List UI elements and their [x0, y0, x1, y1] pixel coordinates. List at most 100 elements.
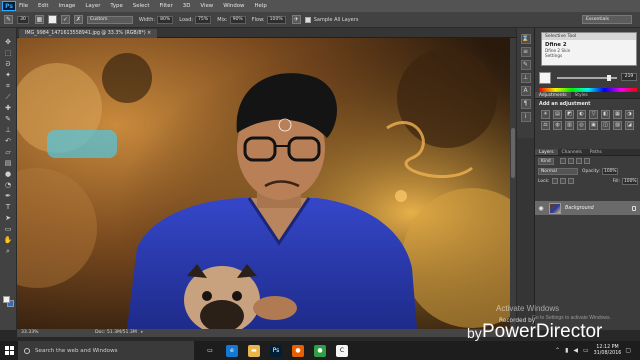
- filter-pixel-icon[interactable]: [559, 158, 566, 164]
- menu-3d[interactable]: 3D: [183, 3, 191, 9]
- photoshop-taskbar-icon[interactable]: Ps: [270, 344, 282, 357]
- filter-adjustment-icon[interactable]: [567, 158, 574, 164]
- gradient-tool-icon[interactable]: ▤: [4, 159, 13, 168]
- status-menu-arrow-icon[interactable]: ▸: [141, 329, 143, 337]
- image-canvas[interactable]: [17, 38, 510, 329]
- edge-taskbar-icon[interactable]: e: [226, 344, 238, 357]
- move-tool-icon[interactable]: ✥: [4, 38, 13, 47]
- taskbar-clock[interactable]: 12:12 PM 31/08/2016: [594, 345, 622, 357]
- adjustment-11-icon[interactable]: ▥: [565, 121, 574, 130]
- clean-brush-icon[interactable]: ✗: [73, 15, 83, 24]
- menu-view[interactable]: View: [200, 3, 213, 9]
- adjustment-15-icon[interactable]: ▨: [613, 121, 622, 130]
- color-slider-knob[interactable]: [606, 75, 611, 81]
- adjustment-3-icon[interactable]: ◩: [565, 110, 574, 119]
- tray-up-arrow-icon[interactable]: ⌃: [555, 347, 560, 354]
- load-brush-icon[interactable]: ✓: [60, 15, 70, 24]
- menu-layer[interactable]: Layer: [85, 3, 100, 9]
- pen-tool-icon[interactable]: ✒: [4, 192, 13, 201]
- opacity-field[interactable]: 100%: [602, 167, 619, 175]
- adjustment-2-icon[interactable]: ▤: [553, 110, 562, 119]
- adjustment-8-icon[interactable]: ◑: [625, 110, 634, 119]
- brush-preset-icon[interactable]: ✎: [4, 15, 13, 24]
- task-view-taskbar-icon[interactable]: ▭: [204, 344, 216, 357]
- menu-help[interactable]: Help: [254, 3, 266, 9]
- lock-all-icon[interactable]: [567, 178, 574, 184]
- firefox-taskbar-icon[interactable]: ●: [292, 344, 304, 357]
- menu-select[interactable]: Select: [133, 3, 150, 9]
- zoom-level[interactable]: 33.33%: [21, 329, 39, 337]
- lock-position-icon[interactable]: [559, 178, 566, 184]
- notifications-icon[interactable]: ▢: [625, 347, 631, 354]
- menu-filter[interactable]: Filter: [159, 3, 172, 9]
- layer-kind-dropdown[interactable]: Kind: [538, 157, 554, 165]
- color-value-field[interactable]: 219: [621, 73, 637, 81]
- volume-icon[interactable]: ◀: [573, 347, 578, 354]
- tab-adjustments[interactable]: Adjustments: [535, 92, 571, 98]
- paragraph-panel-icon[interactable]: ¶: [520, 99, 531, 109]
- path-select-tool-icon[interactable]: ➤: [4, 214, 13, 223]
- color-swatch[interactable]: [539, 72, 551, 84]
- clone-source-panel-icon[interactable]: ⊥: [520, 73, 531, 83]
- scrollbar-thumb[interactable]: [511, 128, 515, 178]
- adjustment-7-icon[interactable]: ▦: [613, 110, 622, 119]
- current-color-swatch-icon[interactable]: [47, 15, 57, 24]
- eraser-tool-icon[interactable]: ▱: [4, 148, 13, 157]
- character-panel-icon[interactable]: A: [520, 86, 531, 96]
- shape-tool-icon[interactable]: ▭: [4, 225, 13, 234]
- tab-layers[interactable]: Layers: [535, 149, 558, 155]
- blur-tool-icon[interactable]: ●: [4, 170, 13, 179]
- dodge-tool-icon[interactable]: ◔: [4, 181, 13, 190]
- quick-select-tool-icon[interactable]: ✦: [4, 71, 13, 80]
- marquee-tool-icon[interactable]: ⬚: [4, 49, 13, 58]
- adjustment-4-icon[interactable]: ◐: [577, 110, 586, 119]
- visibility-eye-icon[interactable]: ◉: [537, 205, 545, 212]
- file-explorer-taskbar-icon[interactable]: ▬: [248, 344, 260, 357]
- menu-image[interactable]: Image: [58, 3, 75, 9]
- powerdirector-taskbar-icon[interactable]: C: [336, 344, 348, 357]
- healing-tool-icon[interactable]: ✚: [4, 104, 13, 113]
- tab-channels[interactable]: Channels: [558, 149, 586, 155]
- sample-all-layers-checkbox[interactable]: [304, 16, 311, 23]
- adjustment-10-icon[interactable]: ◍: [553, 121, 562, 130]
- lock-pixels-icon[interactable]: [551, 178, 558, 184]
- fill-field[interactable]: 100%: [622, 177, 638, 185]
- lasso-tool-icon[interactable]: ᘐ: [4, 60, 13, 69]
- menu-file[interactable]: File: [19, 3, 28, 9]
- menu-window[interactable]: Window: [223, 3, 244, 9]
- history-brush-tool-icon[interactable]: ↶: [4, 137, 13, 146]
- zoom-tool-icon[interactable]: ⌕: [4, 247, 13, 256]
- brush-panel-icon[interactable]: ▦: [34, 15, 44, 24]
- layer-name[interactable]: Background: [565, 206, 594, 211]
- filter-type-icon[interactable]: [575, 158, 582, 164]
- adjustment-13-icon[interactable]: ▣: [589, 121, 598, 130]
- crop-tool-icon[interactable]: ⌗: [4, 82, 13, 91]
- adjustment-9-icon[interactable]: ⚖: [541, 121, 550, 130]
- adjustment-6-icon[interactable]: ◧: [601, 110, 610, 119]
- brush-tool-icon[interactable]: ✎: [4, 115, 13, 124]
- eyedropper-tool-icon[interactable]: ⟋: [4, 93, 13, 102]
- workspace-dropdown[interactable]: Essentials: [582, 15, 632, 24]
- width-field[interactable]: 80%: [157, 15, 174, 24]
- type-tool-icon[interactable]: T: [4, 203, 13, 212]
- hand-tool-icon[interactable]: ✋: [4, 236, 13, 245]
- brush-panel-icon[interactable]: ✎: [520, 60, 531, 70]
- properties-panel-icon[interactable]: ≡: [520, 47, 531, 57]
- filter-shape-icon[interactable]: [583, 158, 590, 164]
- adjustment-1-icon[interactable]: ☀: [541, 110, 550, 119]
- menu-type[interactable]: Type: [110, 3, 122, 9]
- history-panel-icon[interactable]: ⌛: [520, 34, 531, 44]
- clone-stamp-tool-icon[interactable]: ⊥: [4, 126, 13, 135]
- blend-mode-dropdown[interactable]: Normal: [538, 167, 578, 175]
- selective-tool-settings[interactable]: Settings: [542, 53, 636, 58]
- adjustment-16-icon[interactable]: ◪: [625, 121, 634, 130]
- layer-row-background[interactable]: ◉ Background: [535, 201, 640, 215]
- blend-style-dropdown[interactable]: Custom: [86, 15, 133, 24]
- adjustment-12-icon[interactable]: ◎: [577, 121, 586, 130]
- adjustment-5-icon[interactable]: ▽: [589, 110, 598, 119]
- network-icon[interactable]: ▮: [565, 347, 568, 354]
- taskbar-search-box[interactable]: Search the web and Windows: [18, 341, 194, 360]
- keyboard-icon[interactable]: ▭: [583, 347, 589, 354]
- menu-edit[interactable]: Edit: [38, 3, 48, 9]
- document-tab[interactable]: IMG_9984_1471613558941.jpg @ 33.3% (RGB/…: [19, 29, 158, 38]
